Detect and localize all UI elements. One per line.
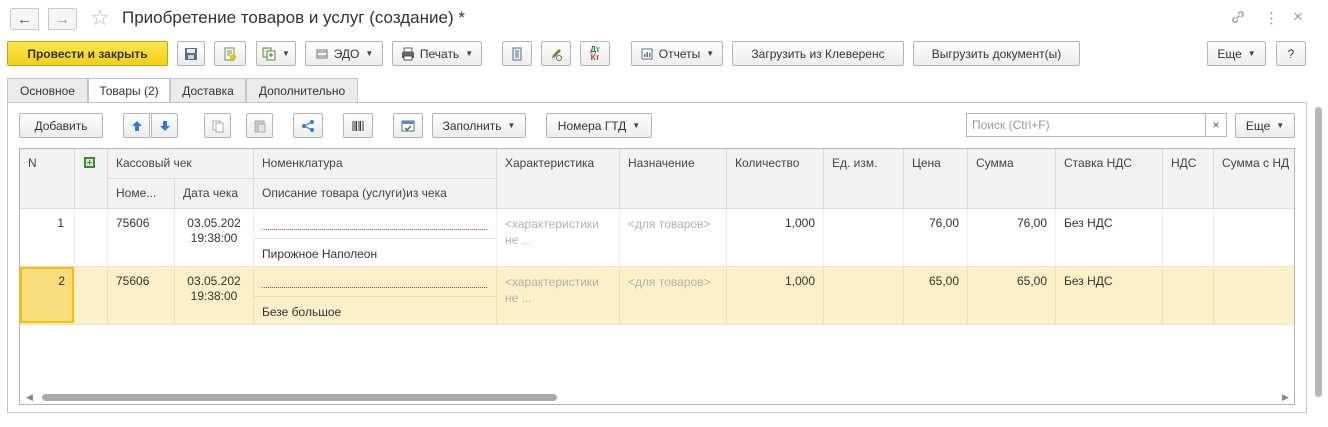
add-button[interactable]: Добавить	[19, 113, 103, 138]
arrow-up-icon	[131, 120, 142, 131]
help-button[interactable]: ?	[1276, 41, 1306, 66]
chevron-down-icon: ▼	[706, 49, 715, 58]
reports-button[interactable]: Отчеты ▼	[631, 41, 723, 66]
header-characteristic[interactable]: Характеристика	[497, 149, 620, 209]
table-row[interactable]: 2 75606 03.05.202 19:38:00 Безе большое …	[20, 267, 1294, 325]
column-icon	[84, 157, 95, 168]
tab-goods[interactable]: Товары (2)	[88, 78, 170, 103]
paste-button[interactable]	[246, 113, 273, 138]
post-button[interactable]	[214, 41, 246, 66]
favorite-star-icon[interactable]: ☆	[90, 5, 110, 31]
header-description[interactable]: Описание товара (услуги)из чека	[254, 179, 497, 209]
header-sum[interactable]: Сумма	[968, 149, 1056, 209]
goods-more-button[interactable]: Еще ▼	[1235, 113, 1295, 138]
header-vat-rate[interactable]: Ставка НДС	[1056, 149, 1163, 209]
reports-icon	[641, 48, 653, 59]
load-from-cleverence-button[interactable]: Загрузить из Клеверенс	[732, 41, 904, 66]
copy-row-button[interactable]	[204, 113, 231, 138]
nomenclature-cell[interactable]: Безе большое	[254, 267, 497, 325]
header-receipt[interactable]: Кассовый чек	[108, 149, 254, 179]
share-button[interactable]	[293, 113, 323, 138]
table-check-icon	[401, 120, 415, 131]
fill-button[interactable]: Заполнить ▼	[432, 113, 526, 138]
chevron-down-icon: ▼	[1276, 121, 1285, 130]
header-receipt-date[interactable]: Дата чека	[175, 179, 254, 209]
arrow-left-icon: ←	[17, 10, 32, 28]
header-price[interactable]: Цена	[904, 149, 968, 209]
edit-entries-button[interactable]	[541, 41, 571, 66]
share-icon	[302, 119, 314, 132]
chevron-down-icon: ▼	[1247, 49, 1256, 58]
scrollbar-thumb[interactable]	[1315, 107, 1322, 397]
edo-button[interactable]: ЭДО ▼	[305, 41, 383, 66]
chevron-down-icon: ▼	[282, 49, 290, 58]
chevron-down-icon: ▼	[465, 49, 474, 58]
header-checkbox[interactable]	[75, 149, 108, 209]
save-icon	[185, 47, 197, 60]
close-icon[interactable]: ×	[1293, 7, 1303, 27]
goods-panel: Добавить Заполнить ▼ Номера ГТД ▼ Поиск …	[7, 102, 1307, 413]
vertical-scrollbar[interactable]	[1313, 103, 1323, 409]
fill-selection-button[interactable]	[393, 113, 423, 138]
gtd-numbers-button[interactable]: Номера ГТД ▼	[546, 113, 652, 138]
header-receipt-number[interactable]: Номе...	[108, 179, 175, 209]
horizontal-scrollbar[interactable]: ◀ ▶	[20, 389, 1294, 404]
search-clear-icon[interactable]: ×	[1205, 113, 1227, 137]
header-n[interactable]: N	[20, 149, 75, 209]
search-input[interactable]: Поиск (Ctrl+F)	[966, 113, 1206, 137]
header-quantity[interactable]: Количество	[727, 149, 824, 209]
paste-icon	[254, 120, 265, 132]
post-and-close-button[interactable]: Провести и закрыть	[7, 41, 168, 66]
printer-icon	[401, 47, 414, 60]
journal-button[interactable]	[502, 41, 532, 66]
title-bar: ← → ☆ Приобретение товаров и услуг (созд…	[0, 0, 1328, 38]
chevron-down-icon: ▼	[632, 121, 641, 130]
chevron-down-icon: ▼	[507, 121, 516, 130]
tab-main[interactable]: Основное	[7, 78, 88, 102]
nomenclature-cell[interactable]: Пирожное Наполеон	[254, 209, 497, 267]
edo-icon	[316, 49, 328, 58]
export-documents-button[interactable]: Выгрузить документ(ы)	[913, 41, 1080, 66]
table-header: N Кассовый чек Номе... Дата чека Номенкл…	[20, 149, 1294, 209]
goods-table: N Кассовый чек Номе... Дата чека Номенкл…	[19, 148, 1295, 405]
print-button[interactable]: Печать ▼	[392, 41, 482, 66]
main-toolbar: Провести и закрыть ▼ ЭДО ▼ Печать ▼ Дт К…	[0, 41, 1328, 67]
barcode-icon	[352, 120, 364, 131]
more-vertical-icon[interactable]: ⋮	[1264, 9, 1279, 27]
scroll-right-icon[interactable]: ▶	[1282, 392, 1289, 403]
scrollbar-thumb[interactable]	[42, 394, 557, 401]
header-sum-with-vat[interactable]: Сумма с НД	[1214, 149, 1294, 209]
move-down-button[interactable]	[151, 113, 178, 138]
page-title: Приобретение товаров и услуг (создание) …	[122, 8, 465, 27]
header-purpose[interactable]: Назначение	[620, 149, 727, 209]
move-up-button[interactable]	[123, 113, 150, 138]
copy-icon	[212, 120, 223, 132]
pen-icon	[552, 48, 562, 61]
create-based-on-button[interactable]: ▼	[256, 41, 296, 66]
header-vat[interactable]: НДС	[1163, 149, 1214, 209]
arrow-right-icon: →	[55, 10, 70, 28]
chevron-down-icon: ▼	[365, 49, 374, 58]
forward-button[interactable]: →	[48, 8, 77, 30]
more-button[interactable]: Еще ▼	[1207, 41, 1266, 66]
header-unit[interactable]: Ед. изм.	[824, 149, 904, 209]
header-nomenclature[interactable]: Номенклатура	[254, 149, 497, 179]
tab-delivery[interactable]: Доставка	[170, 78, 246, 102]
post-document-icon	[224, 47, 236, 60]
list-icon	[512, 47, 522, 60]
create-based-icon	[262, 47, 276, 60]
scroll-left-icon[interactable]: ◀	[26, 392, 33, 403]
back-button[interactable]: ←	[10, 8, 39, 30]
arrow-down-icon	[159, 120, 170, 131]
save-button[interactable]	[177, 41, 205, 66]
dt-kt-button[interactable]: Дт Кт	[580, 41, 610, 66]
link-icon[interactable]	[1230, 9, 1246, 29]
tab-additional[interactable]: Дополнительно	[246, 78, 358, 102]
dt-kt-icon: Дт Кт	[590, 44, 600, 62]
table-row[interactable]: 1 75606 03.05.202 19:38:00 Пирожное Напо…	[20, 209, 1294, 267]
barcode-button[interactable]	[343, 113, 373, 138]
